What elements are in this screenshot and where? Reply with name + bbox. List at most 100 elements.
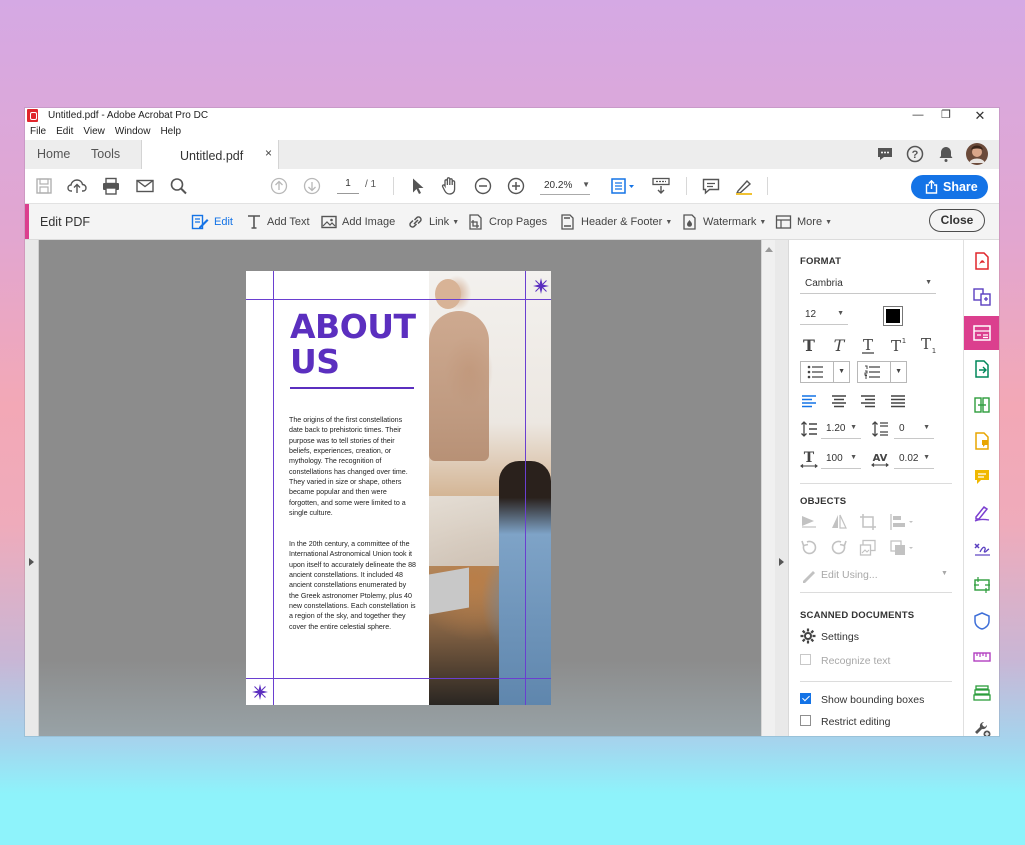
scroll-up-icon[interactable]: [765, 247, 773, 252]
tab-tools[interactable]: Tools: [91, 147, 120, 161]
rotate-left-icon[interactable]: [800, 539, 818, 557]
more-tools-rail[interactable]: [964, 712, 999, 736]
save-icon[interactable]: [34, 177, 54, 195]
share-button[interactable]: Share: [911, 175, 988, 199]
zoom-out-icon[interactable]: [473, 177, 493, 195]
character-spacing-dropdown[interactable]: 0.02 ▼: [894, 451, 934, 469]
window-close-button[interactable]: ✕: [965, 108, 995, 125]
page-number-input[interactable]: 1: [337, 178, 359, 194]
protect-tool[interactable]: [964, 604, 999, 638]
measure-tool[interactable]: [964, 640, 999, 674]
bulleted-list-dropdown[interactable]: ▼: [800, 361, 850, 383]
comment-icon[interactable]: [701, 177, 721, 195]
add-text-button[interactable]: Add Text: [246, 214, 310, 230]
request-signature-tool[interactable]: [964, 532, 999, 566]
minimize-button[interactable]: —: [903, 108, 933, 125]
tab-home[interactable]: Home: [37, 147, 70, 161]
align-objects-icon[interactable]: [889, 513, 915, 531]
search-icon[interactable]: [169, 177, 189, 195]
chevron-down-icon: ▼: [665, 218, 673, 226]
text-color-swatch[interactable]: [883, 306, 903, 326]
crop-pages-button[interactable]: Crop Pages: [467, 214, 547, 230]
menu-file[interactable]: File: [25, 125, 51, 140]
edit-using-label[interactable]: Edit Using...: [821, 569, 878, 581]
left-panel-toggle[interactable]: [25, 240, 39, 736]
format-section-heading: FORMAT: [800, 256, 842, 267]
add-image-button[interactable]: Add Image: [321, 214, 395, 230]
subscript-icon[interactable]: T 1: [919, 336, 937, 354]
restore-button[interactable]: ❐: [931, 108, 961, 125]
underline-text-icon[interactable]: T: [859, 336, 877, 354]
email-icon[interactable]: [135, 177, 155, 195]
notifications-bell-icon[interactable]: [937, 145, 955, 163]
pdf-page[interactable]: ABOUT US The origins of the first conste…: [246, 271, 551, 705]
horizontal-scaling-dropdown[interactable]: 100 ▼: [821, 451, 861, 469]
next-page-icon[interactable]: [302, 177, 322, 195]
menu-window[interactable]: Window: [110, 125, 156, 140]
hand-tool-icon[interactable]: [440, 177, 460, 195]
close-edit-button[interactable]: Close: [929, 209, 985, 232]
comment-tool[interactable]: [964, 460, 999, 494]
create-pdf-tool[interactable]: [964, 244, 999, 278]
replace-image-icon[interactable]: [859, 539, 877, 557]
page-display-icon[interactable]: [610, 177, 636, 195]
bold-text-icon[interactable]: T: [800, 336, 818, 354]
zoom-level-dropdown[interactable]: 20.2% ▼: [540, 178, 590, 195]
export-pdf-tool[interactable]: [964, 352, 999, 386]
settings-gear-icon[interactable]: [800, 628, 816, 644]
send-for-review-tool[interactable]: [964, 424, 999, 458]
previous-page-icon[interactable]: [269, 177, 289, 195]
align-left-icon[interactable]: [800, 392, 818, 410]
show-bounding-boxes-checkbox[interactable]: [800, 693, 811, 704]
italic-text-icon[interactable]: T: [830, 336, 848, 354]
header-footer-button[interactable]: Header & Footer ▼: [559, 214, 672, 230]
combine-files-tool[interactable]: [964, 280, 999, 314]
font-size-dropdown[interactable]: 12 ▼: [800, 307, 848, 325]
print-icon[interactable]: [101, 177, 121, 195]
edit-pdf-tool[interactable]: [964, 316, 999, 350]
watermark-button[interactable]: Watermark ▼: [681, 214, 766, 230]
menu-edit[interactable]: Edit: [51, 125, 78, 140]
print-production-tool[interactable]: [964, 568, 999, 602]
organize-pages-tool[interactable]: [964, 388, 999, 422]
body-paragraph-2[interactable]: In the 20th century, a committee of the …: [289, 539, 417, 632]
edit-tool-button[interactable]: Edit: [191, 214, 233, 230]
cloud-upload-icon[interactable]: [67, 177, 87, 195]
more-button[interactable]: More ▼: [775, 214, 832, 230]
scroll-mode-icon[interactable]: [651, 177, 671, 195]
zoom-in-icon[interactable]: [506, 177, 526, 195]
stamp-tool[interactable]: [964, 676, 999, 710]
highlight-pen-icon[interactable]: [734, 177, 754, 195]
right-panel-collapse-toggle[interactable]: [775, 240, 789, 736]
justify-icon[interactable]: [889, 392, 907, 410]
tab-document[interactable]: Untitled.pdf ×: [141, 140, 279, 170]
recognize-text-checkbox[interactable]: [800, 654, 811, 665]
numbered-list-dropdown[interactable]: ▼: [857, 361, 907, 383]
select-cursor-icon[interactable]: [407, 177, 427, 195]
menu-view[interactable]: View: [78, 125, 110, 140]
align-center-icon[interactable]: [830, 392, 848, 410]
user-avatar[interactable]: [966, 143, 988, 165]
superscript-icon[interactable]: T 1: [889, 336, 907, 354]
paragraph-spacing-dropdown[interactable]: 0 ▼: [894, 421, 934, 439]
flip-vertical-icon[interactable]: [800, 513, 818, 531]
font-family-dropdown[interactable]: Cambria ▼: [800, 276, 936, 294]
align-right-icon[interactable]: [859, 392, 877, 410]
link-button[interactable]: Link ▼: [407, 214, 459, 230]
comments-icon[interactable]: [876, 145, 894, 163]
document-scrollbar[interactable]: [761, 240, 776, 736]
menu-help[interactable]: Help: [155, 125, 186, 140]
restrict-editing-checkbox[interactable]: [800, 715, 811, 726]
settings-link[interactable]: Settings: [821, 631, 859, 643]
fill-sign-tool[interactable]: [964, 496, 999, 530]
about-heading[interactable]: ABOUT US: [290, 309, 416, 379]
body-paragraph-1[interactable]: The origins of the first constellations …: [289, 415, 417, 518]
document-tab-close-button[interactable]: ×: [265, 146, 272, 160]
arrange-objects-icon[interactable]: [889, 539, 915, 557]
line-spacing-dropdown[interactable]: 1.20 ▼: [821, 421, 861, 439]
office-photo[interactable]: [429, 271, 551, 705]
help-icon[interactable]: ?: [906, 145, 924, 163]
rotate-right-icon[interactable]: [830, 539, 848, 557]
crop-image-icon[interactable]: [859, 513, 877, 531]
flip-horizontal-icon[interactable]: [830, 513, 848, 531]
